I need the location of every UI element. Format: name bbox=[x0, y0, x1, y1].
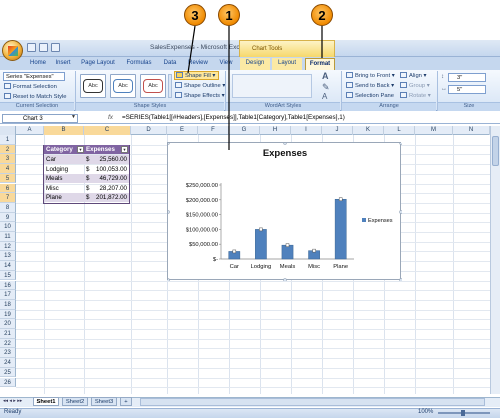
callout-3: 3 bbox=[184, 4, 206, 26]
callout-lines bbox=[187, 25, 323, 150]
callout-3-line bbox=[187, 25, 196, 74]
callout-2: 2 bbox=[311, 4, 333, 26]
callout-1: 1 bbox=[218, 4, 240, 26]
